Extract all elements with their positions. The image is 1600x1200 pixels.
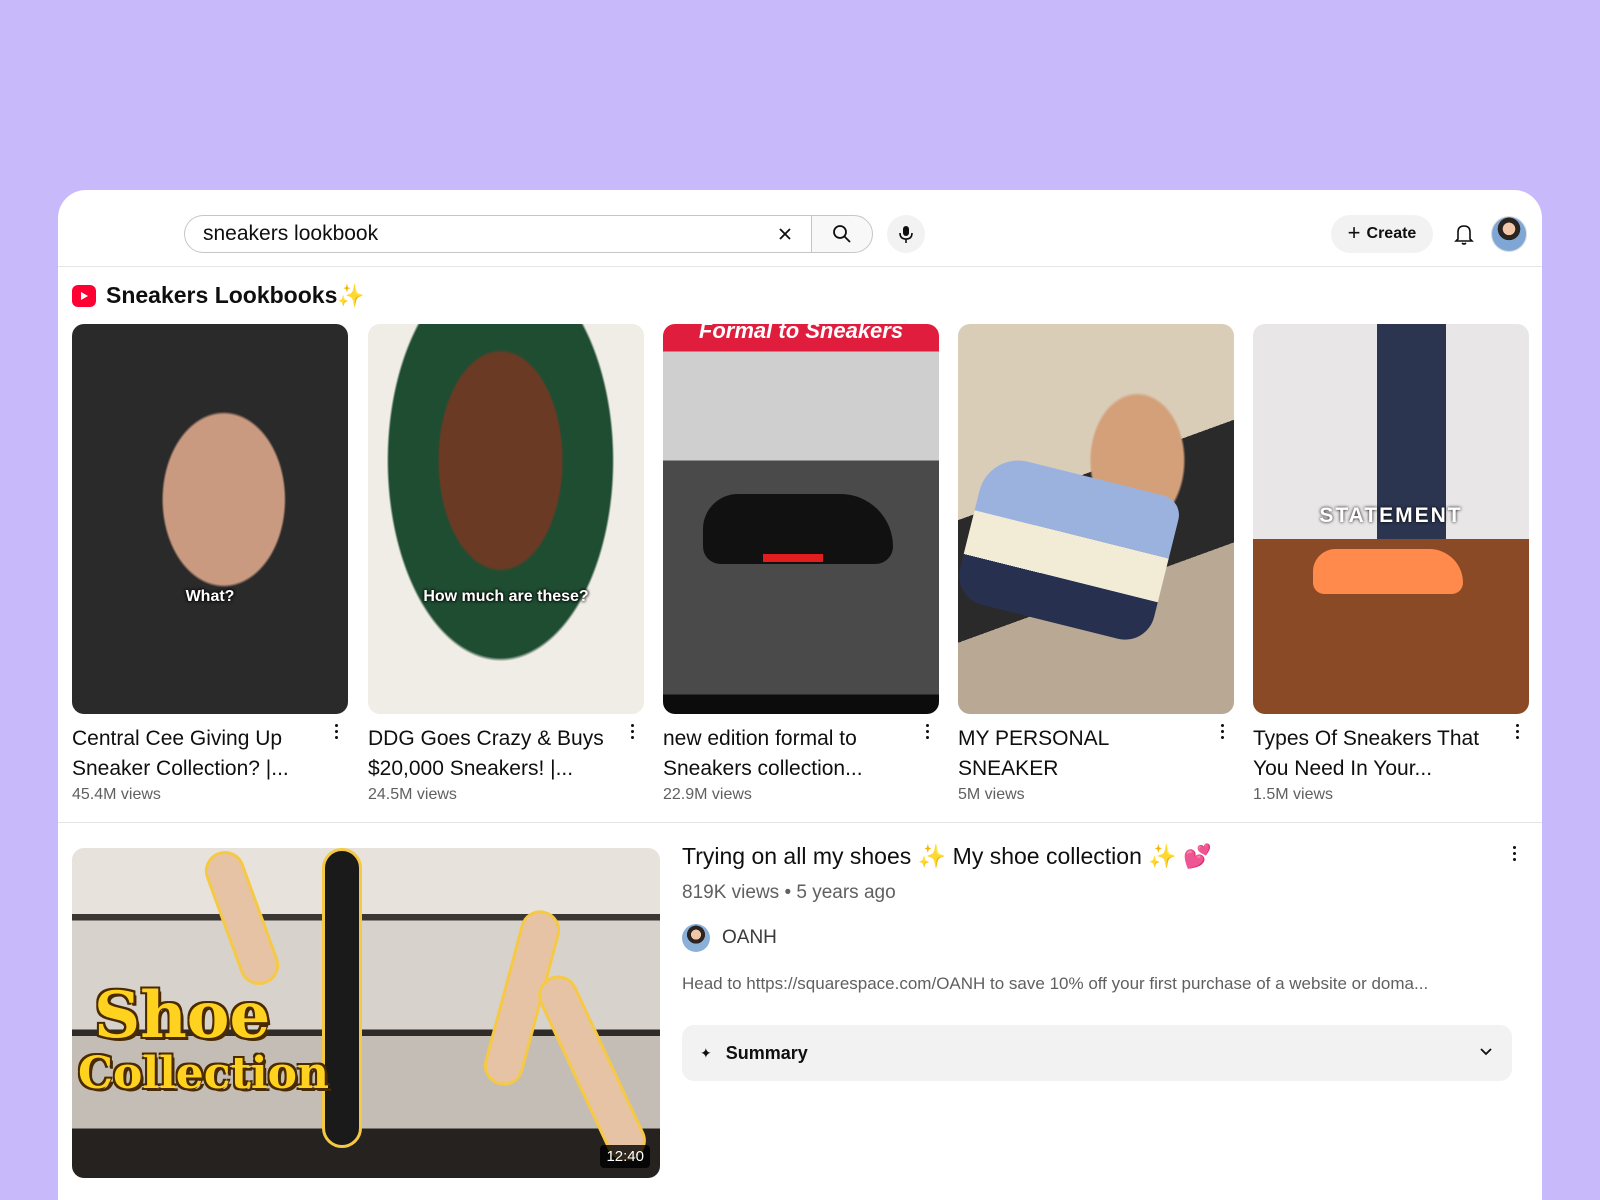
short-views: 24.5M views xyxy=(368,786,457,803)
microphone-icon xyxy=(899,226,913,243)
account-avatar[interactable] xyxy=(1491,216,1527,252)
more-options-button[interactable] xyxy=(1506,842,1522,864)
video-meta: 819K views • 5 years ago xyxy=(682,882,896,903)
summary-label: Summary xyxy=(725,1042,808,1063)
short-title[interactable]: MY PERSONAL SNEAKER COLLECTION!!!... xyxy=(958,724,1208,784)
short-card[interactable]: STATEMENT Types Of Sneakers That You Nee… xyxy=(1253,324,1529,804)
bell-icon xyxy=(1454,225,1474,245)
close-icon xyxy=(779,228,791,240)
chevron-down-icon xyxy=(1480,1048,1492,1056)
create-button[interactable]: + Create xyxy=(1331,215,1433,253)
video-thumbnail[interactable]: Shoe Collection 12:40 xyxy=(72,848,660,1178)
short-card[interactable]: MY PERSONAL SNEAKER COLLECTION!!!... 5M … xyxy=(958,324,1234,804)
shorts-shelf: What? Central Cee Giving Up Sneaker Coll… xyxy=(72,324,1530,803)
short-thumbnail[interactable]: How much are these? xyxy=(368,324,644,714)
shelf-header: Sneakers Lookbooks✨ xyxy=(72,282,365,309)
short-views: 1.5M views xyxy=(1253,786,1334,803)
channel-link[interactable]: OANH xyxy=(682,924,1522,952)
short-card[interactable]: What? Central Cee Giving Up Sneaker Coll… xyxy=(72,324,348,804)
summary-expander[interactable]: ✦ Summary xyxy=(682,1025,1512,1081)
short-card[interactable]: How much are these? DDG Goes Crazy & Buy… xyxy=(368,324,644,804)
duration-badge: 12:40 xyxy=(600,1145,650,1168)
more-options-button[interactable] xyxy=(919,720,935,742)
thumbnail-caption: How much are these? xyxy=(423,588,589,605)
short-thumbnail[interactable]: Formal to Sneakers xyxy=(663,324,939,714)
more-options-button[interactable] xyxy=(1509,720,1525,742)
shelf-title: Sneakers Lookbooks✨ xyxy=(106,282,365,308)
short-views: 45.4M views xyxy=(72,786,161,803)
video-info: Trying on all my shoes ✨ My shoe collect… xyxy=(682,840,1522,994)
sparkle-icon: ✨ xyxy=(337,283,365,308)
top-bar: + Create xyxy=(58,190,1542,267)
video-title[interactable]: Trying on all my shoes ✨ My shoe collect… xyxy=(682,840,1522,872)
short-title[interactable]: DDG Goes Crazy & Buys $20,000 Sneakers! … xyxy=(368,724,618,784)
more-options-button[interactable] xyxy=(328,720,344,742)
sparkle-icon: ✦ xyxy=(700,1044,712,1061)
create-label: Create xyxy=(1366,225,1417,242)
shoe-graphic xyxy=(1313,549,1463,594)
short-card[interactable]: Formal to Sneakers new edition formal to… xyxy=(663,324,939,804)
shoe-graphic xyxy=(958,452,1184,646)
thumbnail-caption: STATEMENT xyxy=(1319,504,1463,527)
video-description: Head to https://squarespace.com/OANH to … xyxy=(682,974,1429,993)
more-options-button[interactable] xyxy=(624,720,640,742)
voice-search-button[interactable] xyxy=(887,215,925,253)
channel-avatar[interactable] xyxy=(682,924,710,952)
plus-icon: + xyxy=(1347,220,1361,245)
section-divider xyxy=(58,822,1542,823)
channel-name[interactable]: OANH xyxy=(722,927,777,949)
short-views: 5M views xyxy=(958,786,1025,803)
thumbnail-title-word: Shoe xyxy=(94,978,271,1053)
search-input[interactable] xyxy=(203,222,743,246)
thumbnail-title-word: Collection xyxy=(78,1048,329,1099)
short-title[interactable]: Central Cee Giving Up Sneaker Collection… xyxy=(72,724,322,784)
short-thumbnail[interactable]: What? xyxy=(72,324,348,714)
clear-search-button[interactable] xyxy=(773,222,797,246)
short-title[interactable]: new edition formal to Sneakers collectio… xyxy=(663,724,913,784)
shorts-logo-icon xyxy=(72,284,96,307)
thumbnail-caption: Formal to Sneakers xyxy=(698,324,904,343)
short-thumbnail[interactable]: STATEMENT xyxy=(1253,324,1529,714)
browser-window: + Create Sneakers Lookbooks✨ What? Centr… xyxy=(58,190,1542,1200)
thumbnail-caption: What? xyxy=(185,588,235,605)
more-options-button[interactable] xyxy=(1214,720,1230,742)
search-box[interactable] xyxy=(184,215,813,253)
search-button[interactable] xyxy=(811,215,873,253)
search-icon xyxy=(833,225,851,243)
notifications-button[interactable] xyxy=(1447,217,1481,251)
short-title[interactable]: Types Of Sneakers That You Need In Your.… xyxy=(1253,724,1503,784)
short-views: 22.9M views xyxy=(663,786,752,803)
short-thumbnail[interactable] xyxy=(958,324,1234,714)
